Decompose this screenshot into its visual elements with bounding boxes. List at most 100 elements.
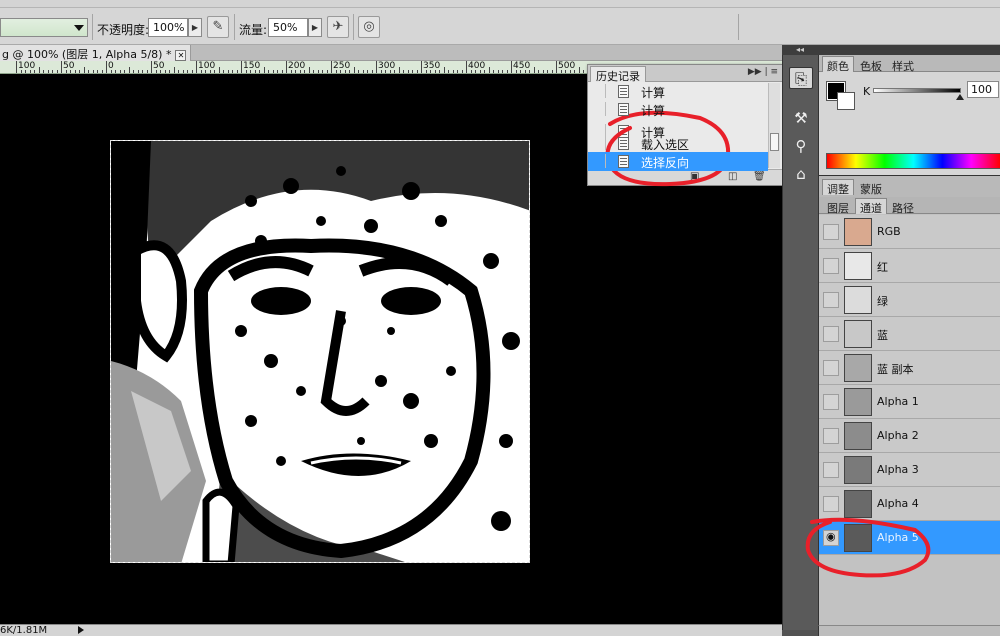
ruler-tick: [358, 70, 359, 73]
ruler-tick: [416, 70, 418, 73]
tab-styles[interactable]: 样式: [887, 56, 919, 73]
k-channel-input[interactable]: 100: [967, 81, 999, 98]
ruler-tick: [295, 70, 296, 73]
ruler-tick: [448, 70, 449, 73]
status-menu-arrow-icon[interactable]: [78, 626, 84, 634]
opacity-spin-button[interactable]: ▶: [188, 18, 202, 37]
dock-collapse-bar[interactable]: ◂◂: [782, 45, 818, 55]
eye-visibility-icon[interactable]: [823, 224, 839, 240]
document-image[interactable]: [110, 140, 530, 563]
tablet-pressure-icon[interactable]: ◎: [358, 16, 380, 38]
ruler-tick: [227, 70, 229, 73]
tab-channels[interactable]: 通道: [855, 198, 887, 215]
eye-visibility-icon[interactable]: [823, 530, 839, 546]
pen-pressure-icon[interactable]: ✎: [207, 16, 229, 38]
ruler-tick: [83, 67, 85, 73]
panel-menu-icon[interactable]: ▶▶ | ≡: [748, 67, 778, 77]
ruler-tick: [520, 70, 521, 73]
tab-swatches[interactable]: 色板: [855, 56, 887, 73]
channel-row[interactable]: 蓝 副本: [819, 351, 1000, 385]
snapshot-source-checkbox[interactable]: [593, 154, 606, 168]
channel-row[interactable]: 红: [819, 249, 1000, 283]
tool-presets-icon[interactable]: ⚒: [789, 107, 813, 129]
channel-row[interactable]: Alpha 4: [819, 487, 1000, 521]
ruler-tick: [335, 70, 337, 73]
eye-visibility-icon[interactable]: [823, 428, 839, 444]
tab-masks[interactable]: 蒙版: [855, 179, 887, 196]
face-threshold-image: [111, 141, 529, 562]
eye-visibility-icon[interactable]: [823, 496, 839, 512]
channel-row[interactable]: Alpha 3: [819, 453, 1000, 487]
channel-name: Alpha 1: [877, 395, 919, 408]
tab-paths[interactable]: 路径: [887, 198, 919, 215]
channel-row[interactable]: RGB: [819, 215, 1000, 249]
snapshot-source-checkbox[interactable]: [593, 136, 606, 150]
new-snapshot-icon[interactable]: ◫: [728, 171, 737, 182]
history-scrollbar[interactable]: [768, 83, 780, 168]
channel-row[interactable]: Alpha 1: [819, 385, 1000, 419]
ruler-tick: [61, 61, 62, 73]
k-channel-slider[interactable]: [873, 88, 961, 93]
eye-visibility-icon[interactable]: [823, 394, 839, 410]
document-tab-title: g @ 100% (图层 1, Alpha 5/8) *: [2, 48, 172, 61]
channel-row[interactable]: Alpha 5: [819, 521, 1000, 555]
history-panel-tab[interactable]: 历史记录: [590, 66, 646, 83]
slider-thumb-icon[interactable]: [956, 94, 964, 100]
brush-preset-dropdown[interactable]: [0, 18, 88, 37]
channel-row[interactable]: 蓝: [819, 317, 1000, 351]
options-bar: 不透明度: 100% ▶ ✎ 流量: 50% ▶ ✈ ◎: [0, 8, 1000, 45]
eye-visibility-icon[interactable]: [823, 258, 839, 274]
eye-visibility-icon[interactable]: [823, 292, 839, 308]
opacity-input[interactable]: 100%: [148, 18, 188, 37]
history-state-label: 选择反向: [641, 156, 690, 170]
ruler-tick: [137, 70, 139, 73]
ruler-tick: [547, 70, 548, 73]
document-tab[interactable]: g @ 100% (图层 1, Alpha 5/8) * ✕: [0, 45, 192, 61]
history-state-item[interactable]: 选择反向: [588, 152, 768, 171]
snapshot-source-checkbox[interactable]: [593, 84, 606, 98]
new-document-from-state-icon[interactable]: ▣: [690, 171, 699, 182]
history-state-item[interactable]: 计算: [588, 100, 768, 119]
close-icon[interactable]: ✕: [175, 50, 187, 61]
background-color-swatch[interactable]: [837, 92, 855, 110]
history-state-item[interactable]: 载入选区: [588, 134, 768, 153]
snapshot-source-checkbox[interactable]: [593, 102, 606, 116]
ruler-tick: [407, 70, 409, 73]
ruler-tick: [223, 70, 224, 73]
airbrush-icon[interactable]: ✈: [327, 16, 349, 38]
ruler-tick: [362, 70, 364, 73]
eye-visibility-icon[interactable]: [823, 360, 839, 376]
ruler-tick: [326, 70, 328, 73]
flow-spin-button[interactable]: ▶: [308, 18, 322, 37]
ruler-tick: [398, 67, 400, 73]
ruler-tick: [182, 70, 184, 73]
ruler-tick: [290, 70, 292, 73]
history-panel-icon[interactable]: ⎘: [789, 67, 813, 89]
ruler-tick: [313, 70, 314, 73]
channel-name: 绿: [877, 295, 888, 308]
ruler-tick: [529, 70, 530, 73]
trash-icon[interactable]: 🗑: [753, 171, 766, 182]
ruler-tick: [74, 70, 76, 73]
clone-source-icon[interactable]: ⚲: [789, 135, 813, 157]
ruler-tick: [236, 70, 238, 73]
history-step-icon: [618, 155, 629, 168]
ruler-tick: [299, 70, 301, 73]
history-state-item[interactable]: 计算: [588, 82, 768, 101]
channel-row[interactable]: Alpha 2: [819, 419, 1000, 453]
tab-color[interactable]: 颜色: [822, 56, 854, 73]
channel-row[interactable]: 绿: [819, 283, 1000, 317]
panel-icon-dock: ⎘ ⚒ ⚲ ⌂: [782, 55, 818, 630]
scrollbar-thumb[interactable]: [770, 133, 779, 151]
channel-name: 蓝 副本: [877, 363, 914, 376]
eye-visibility-icon[interactable]: [823, 326, 839, 342]
brush-panel-icon[interactable]: ⌂: [789, 163, 813, 185]
tab-adjustments[interactable]: 调整: [822, 179, 854, 196]
ruler-tick: [209, 70, 211, 73]
eye-visibility-icon[interactable]: [823, 462, 839, 478]
tab-layers[interactable]: 图层: [822, 198, 854, 215]
ruler-tick: [286, 61, 287, 73]
flow-input[interactable]: 50%: [268, 18, 308, 37]
divider: [92, 14, 93, 40]
color-spectrum-bar[interactable]: [826, 153, 1000, 169]
